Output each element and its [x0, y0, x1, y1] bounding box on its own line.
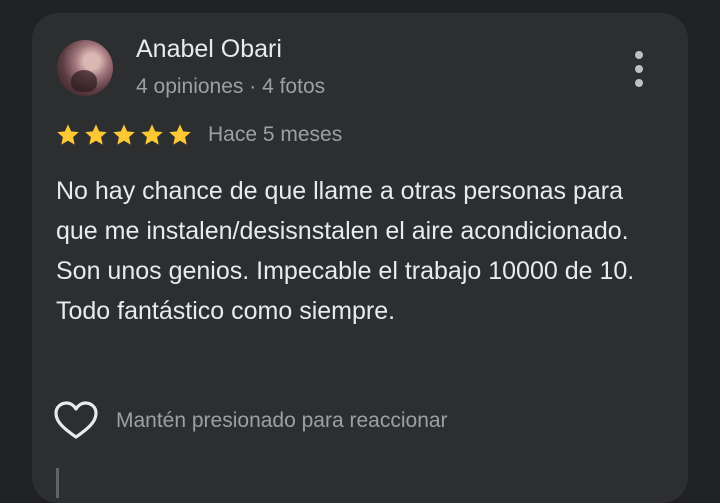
review-card: Anabel Obari 4 opiniones · 4 fotos Hace … [32, 13, 688, 503]
star-icon [85, 124, 107, 145]
author-name[interactable]: Anabel Obari [136, 35, 282, 64]
star-icon [113, 124, 135, 145]
star-rating [54, 122, 194, 148]
review-text: No hay chance de que llame a otras perso… [56, 177, 635, 325]
react-label: Mantén presionado para reaccionar [116, 409, 448, 432]
star-icon [141, 124, 163, 145]
author-meta: 4 opiniones · 4 fotos [136, 75, 326, 98]
avatar[interactable] [57, 40, 113, 96]
heart-outline-icon[interactable] [54, 401, 98, 441]
more-vert-icon [635, 79, 643, 87]
star-icon [169, 124, 191, 145]
star-icon [57, 124, 79, 145]
more-vert-icon [635, 51, 643, 59]
more-vert-icon [635, 65, 643, 73]
react-button[interactable]: Mantén presionado para reaccionar [54, 399, 448, 443]
review-time: Hace 5 meses [208, 123, 343, 146]
more-options-button[interactable] [624, 49, 654, 89]
next-section-edge [56, 468, 59, 498]
